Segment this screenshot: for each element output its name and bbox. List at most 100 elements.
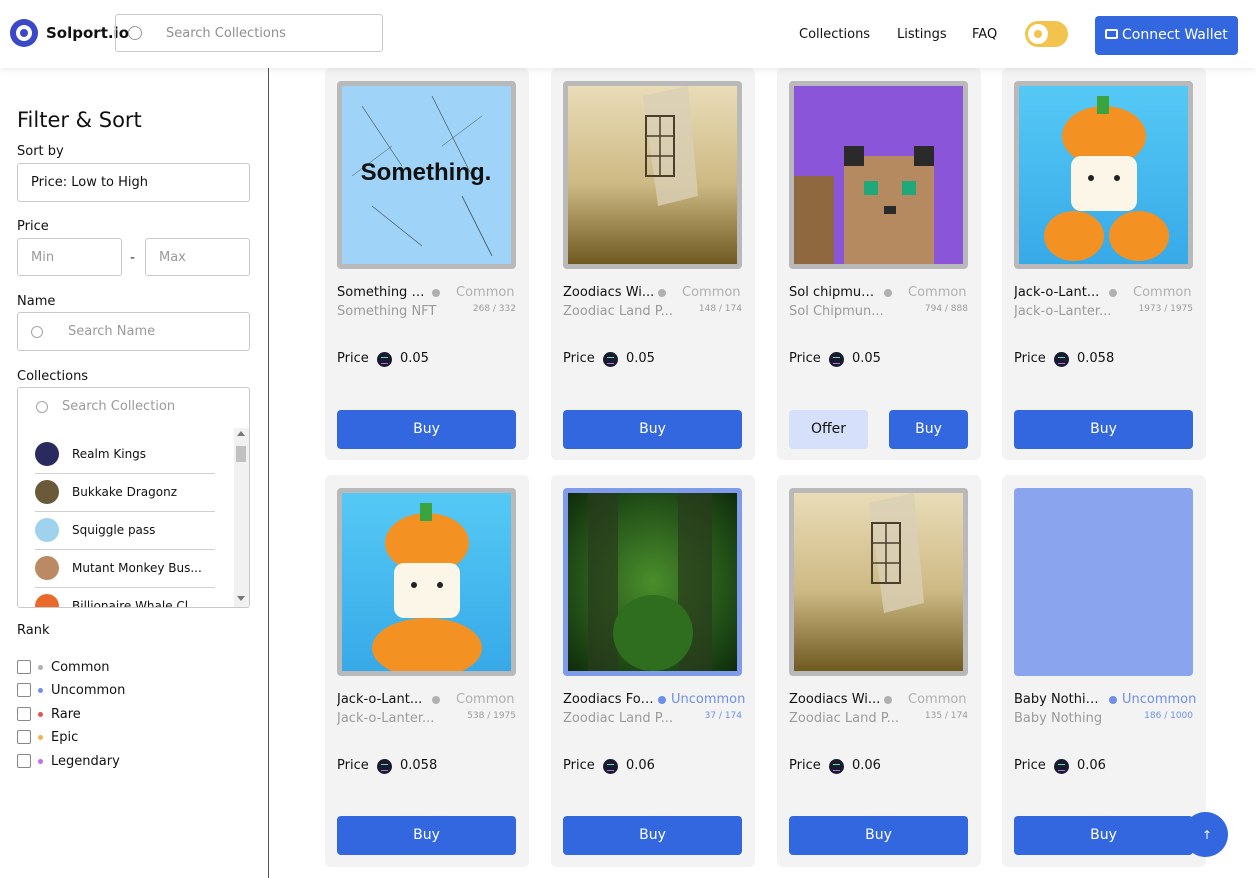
rank-dot-icon bbox=[658, 289, 666, 297]
offer-button[interactable]: Offer bbox=[789, 410, 868, 449]
rank-option-label: Rare bbox=[51, 707, 81, 722]
wallet-icon bbox=[1105, 29, 1118, 39]
nft-card[interactable]: Sol chipmun... Common Sol Chipmun... 794… bbox=[777, 68, 981, 460]
nft-count: 1973 / 1975 bbox=[1138, 304, 1193, 314]
solport-logo-icon[interactable] bbox=[10, 19, 38, 47]
nft-card[interactable]: Jack-o-Lant... Common Jack-o-Lanter... 1… bbox=[1002, 68, 1206, 460]
connect-wallet-button[interactable]: Connect Wallet bbox=[1095, 16, 1238, 55]
rank-dot-icon bbox=[884, 289, 892, 297]
nft-collection: Zoodiac Land P... bbox=[789, 711, 899, 726]
price-value: 0.058 bbox=[400, 758, 438, 773]
collections-list[interactable]: Search Collection Realm Kings Bukkake Dr… bbox=[17, 387, 250, 608]
nft-card[interactable]: Jack-o-Lant... Common Jack-o-Lanter... 5… bbox=[325, 475, 529, 867]
nft-image[interactable]: Something. bbox=[337, 81, 516, 269]
nft-card[interactable]: Zoodiacs Wi... Common Zoodiac Land P... … bbox=[551, 68, 755, 460]
checkbox[interactable] bbox=[17, 660, 31, 674]
nft-card[interactable]: Zoodiacs Wi... Common Zoodiac Land P... … bbox=[777, 475, 981, 867]
collection-item[interactable]: Mutant Monkey Bus... bbox=[35, 550, 215, 588]
collection-avatar bbox=[35, 594, 59, 607]
buy-button[interactable]: Buy bbox=[563, 410, 742, 449]
nft-collection: Sol Chipmun... bbox=[789, 304, 884, 319]
solana-icon bbox=[603, 352, 618, 367]
rank-option-label: Epic bbox=[51, 730, 79, 745]
price-value: 0.05 bbox=[852, 351, 881, 366]
search-placeholder: Search Collections bbox=[166, 26, 286, 41]
solana-icon bbox=[829, 352, 844, 367]
collection-name: Squiggle pass bbox=[72, 523, 156, 537]
buy-button[interactable]: Buy bbox=[889, 410, 968, 449]
buy-button[interactable]: Buy bbox=[789, 816, 968, 855]
collection-search-input[interactable]: Search Collections bbox=[115, 14, 383, 52]
buy-button[interactable]: Buy bbox=[337, 410, 516, 449]
price-label: Price bbox=[1014, 758, 1046, 773]
nft-image[interactable] bbox=[337, 488, 516, 676]
rank-option-label: Uncommon bbox=[51, 683, 126, 698]
nft-count: 186 / 1000 bbox=[1144, 711, 1193, 721]
checkbox[interactable] bbox=[17, 683, 31, 697]
nft-card[interactable]: Baby Nothin... Uncommon Baby Nothing 186… bbox=[1002, 475, 1206, 867]
collection-item[interactable]: Realm Kings bbox=[35, 436, 215, 474]
price-max-input[interactable]: Max bbox=[145, 238, 250, 276]
price-value: 0.05 bbox=[400, 351, 429, 366]
rank-dot-icon bbox=[658, 696, 666, 704]
buy-button[interactable]: Buy bbox=[1014, 410, 1193, 449]
top-header: Solport.io Search Collections Collection… bbox=[0, 0, 1256, 68]
price-label: Price bbox=[1014, 351, 1046, 366]
nft-image[interactable] bbox=[563, 81, 742, 269]
name-search-input[interactable]: Search Name bbox=[17, 312, 250, 351]
search-icon bbox=[31, 326, 43, 338]
nft-card[interactable]: Something. Something N... Common Somethi… bbox=[325, 68, 529, 460]
rank-option-label: Legendary bbox=[51, 754, 120, 769]
nft-name: Zoodiacs Wi... bbox=[563, 285, 655, 300]
collection-item[interactable]: Billionaire Whale Cl... bbox=[35, 588, 215, 608]
rank-dot-icon bbox=[884, 696, 892, 704]
scroll-up-icon[interactable] bbox=[237, 431, 245, 436]
rank-dot-icon bbox=[38, 759, 43, 764]
filter-title: Filter & Sort bbox=[17, 108, 142, 132]
price-label: Price bbox=[563, 351, 595, 366]
nav-listings[interactable]: Listings bbox=[897, 27, 947, 42]
collection-name: Billionaire Whale Cl... bbox=[72, 599, 200, 608]
checkbox[interactable] bbox=[17, 707, 31, 721]
price-min-placeholder: Min bbox=[31, 250, 55, 265]
nft-collection: Jack-o-Lanter... bbox=[1014, 304, 1112, 319]
nft-collection: Zoodiac Land P... bbox=[563, 304, 673, 319]
scroll-down-icon[interactable] bbox=[237, 596, 245, 601]
search-icon bbox=[36, 401, 48, 413]
nft-image[interactable] bbox=[1014, 81, 1193, 269]
checkbox[interactable] bbox=[17, 730, 31, 744]
scrollbar-thumb[interactable] bbox=[236, 446, 246, 462]
back-to-top-button[interactable]: ↑ bbox=[1183, 812, 1228, 857]
theme-toggle[interactable] bbox=[1025, 21, 1068, 47]
nav-faq[interactable]: FAQ bbox=[972, 27, 997, 42]
checkbox[interactable] bbox=[17, 754, 31, 768]
nft-count: 794 / 888 bbox=[924, 304, 968, 314]
nft-image[interactable] bbox=[789, 81, 968, 269]
nft-image[interactable] bbox=[789, 488, 968, 676]
sort-select[interactable]: Price: Low to High bbox=[17, 163, 250, 202]
price-value: 0.05 bbox=[626, 351, 655, 366]
collection-item[interactable]: Bukkake Dragonz bbox=[35, 474, 215, 512]
nft-card[interactable]: Zoodiacs For... Uncommon Zoodiac Land P.… bbox=[551, 475, 755, 867]
nft-image[interactable] bbox=[1014, 488, 1193, 676]
collection-search-placeholder[interactable]: Search Collection bbox=[62, 399, 175, 414]
collection-avatar bbox=[35, 480, 59, 504]
nft-rank: Common bbox=[682, 285, 741, 300]
collection-item[interactable]: Squiggle pass bbox=[35, 512, 215, 550]
buy-button[interactable]: Buy bbox=[337, 816, 516, 855]
solana-icon bbox=[1054, 352, 1069, 367]
solana-icon bbox=[603, 759, 618, 774]
nav-collections[interactable]: Collections bbox=[799, 27, 870, 42]
nft-collection: Something NFT bbox=[337, 304, 437, 319]
price-value: 0.06 bbox=[626, 758, 655, 773]
nft-collection: Baby Nothing bbox=[1014, 711, 1103, 726]
nft-image[interactable] bbox=[563, 488, 742, 676]
nft-rank: Uncommon bbox=[671, 692, 746, 707]
price-label: Price bbox=[789, 351, 821, 366]
buy-button[interactable]: Buy bbox=[1014, 816, 1193, 855]
sort-value: Price: Low to High bbox=[31, 175, 149, 190]
buy-button[interactable]: Buy bbox=[563, 816, 742, 855]
price-label: Price bbox=[337, 351, 369, 366]
price-min-input[interactable]: Min bbox=[17, 238, 122, 276]
price-label: Price bbox=[337, 758, 369, 773]
